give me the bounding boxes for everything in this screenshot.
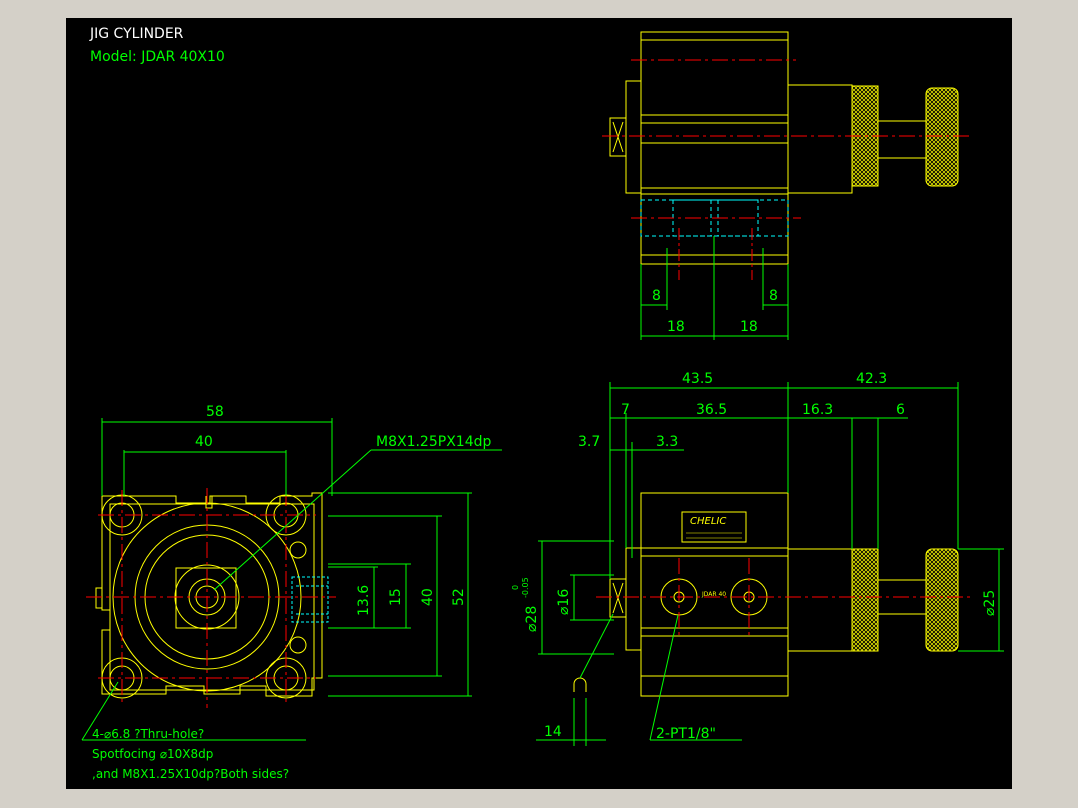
dim-side-3-7: 3.7 [578, 434, 600, 450]
dim-front-13-6: 13.6 [356, 585, 372, 616]
dim-side-6: 6 [896, 402, 905, 418]
dim-side-3-3: 3.3 [656, 434, 678, 450]
dim-top-right-8: 8 [769, 288, 778, 304]
callout-thread: M8X1.25PX14dp [376, 434, 491, 450]
top-view: 8 8 18 18 [602, 31, 971, 340]
dim-side-36-5: 36.5 [696, 402, 727, 418]
dim-side-dia-28-tol-lower: -0.05 [521, 577, 530, 598]
dim-front-40-vert: 40 [420, 588, 436, 606]
dim-front-58: 58 [206, 404, 224, 420]
note-line-2: Spotfocing ⌀10X8dp [92, 747, 213, 761]
dim-side-dia-28-tol-upper: 0 [511, 585, 520, 590]
dim-top-left-18: 18 [667, 319, 685, 335]
dim-side-14: 14 [544, 724, 562, 740]
front-view: 58 40 M8X1.25PX14dp 13.6 15 40 52 [81, 404, 502, 741]
dim-side-16-3: 16.3 [802, 402, 833, 418]
dim-side-7: 7 [621, 402, 630, 418]
dim-side-dia-25: ⌀25 [982, 590, 998, 616]
dim-side-43-5: 43.5 [682, 371, 713, 387]
nameplate-brand: CHELIC [690, 516, 726, 527]
dim-front-15: 15 [388, 588, 404, 606]
drawing-model: Model: JDAR 40X10 [90, 49, 225, 65]
dim-side-42-3: 42.3 [856, 371, 887, 387]
callout-port: 2-PT1/8" [656, 726, 716, 742]
cad-window-frame: JIG CYLINDER Model: JDAR 40X10 8 8 18 18… [0, 0, 1078, 808]
dim-top-left-8: 8 [652, 288, 661, 304]
cad-viewport[interactable]: JIG CYLINDER Model: JDAR 40X10 8 8 18 18… [66, 18, 1012, 789]
dim-side-dia-16: ⌀16 [556, 589, 572, 615]
note-line-3: ,and M8X1.25X10dp?Both sides? [92, 767, 289, 781]
cad-drawing: JIG CYLINDER Model: JDAR 40X10 8 8 18 18… [81, 26, 1004, 781]
dim-front-40: 40 [195, 434, 213, 450]
dim-side-dia-28: ⌀28 [524, 606, 540, 632]
top-view-body [640, 31, 789, 195]
drawing-title: JIG CYLINDER [89, 26, 184, 42]
side-view: CHELIC JDAR 40 43.5 42.3 7 36.5 16.3 6 3… [511, 371, 1004, 746]
note-line-1: 4-⌀6.8 ?Thru-hole? [92, 727, 204, 741]
dim-front-52: 52 [451, 588, 467, 606]
dim-top-right-18: 18 [740, 319, 758, 335]
